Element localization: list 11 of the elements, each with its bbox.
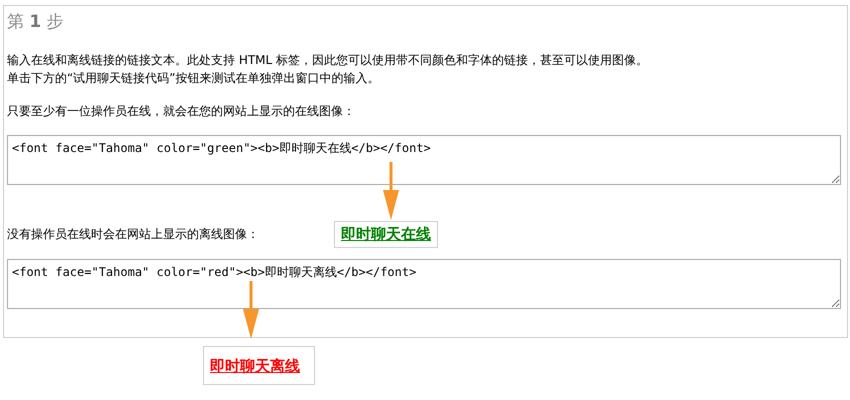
code-field[interactable]: <font face="Tahoma" color="green"><b>即时聊天在线</b></font>	[7, 135, 841, 185]
down-arrow	[243, 281, 259, 339]
field-label: 只要至少有一位操作员在线，就会在您的网站上显示的在线图像：	[7, 102, 355, 120]
step-title: 第 1 步	[7, 11, 65, 33]
instruction-text: 输入在线和离线链接的链接文本。此处支持 HTML 标签，因此您可以使用带不同颜色和字体的链接，甚至可以使用图像。	[7, 52, 650, 69]
field-label: 没有操作员在线时会在网站上显示的离线图像：	[7, 226, 260, 242]
code-field[interactable]: <font face="Tahoma" color="red"><b>即时聊天离线</b></font>	[7, 259, 841, 309]
down-arrow	[383, 162, 399, 220]
instruction-text: 单击下方的“试用聊天链接代码”按钮来测试在单独弹出窗口中的输入。	[7, 70, 380, 87]
chat-link[interactable]: 即时聊天在线	[341, 224, 431, 242]
chat-link[interactable]: 即时聊天离线	[210, 357, 300, 375]
